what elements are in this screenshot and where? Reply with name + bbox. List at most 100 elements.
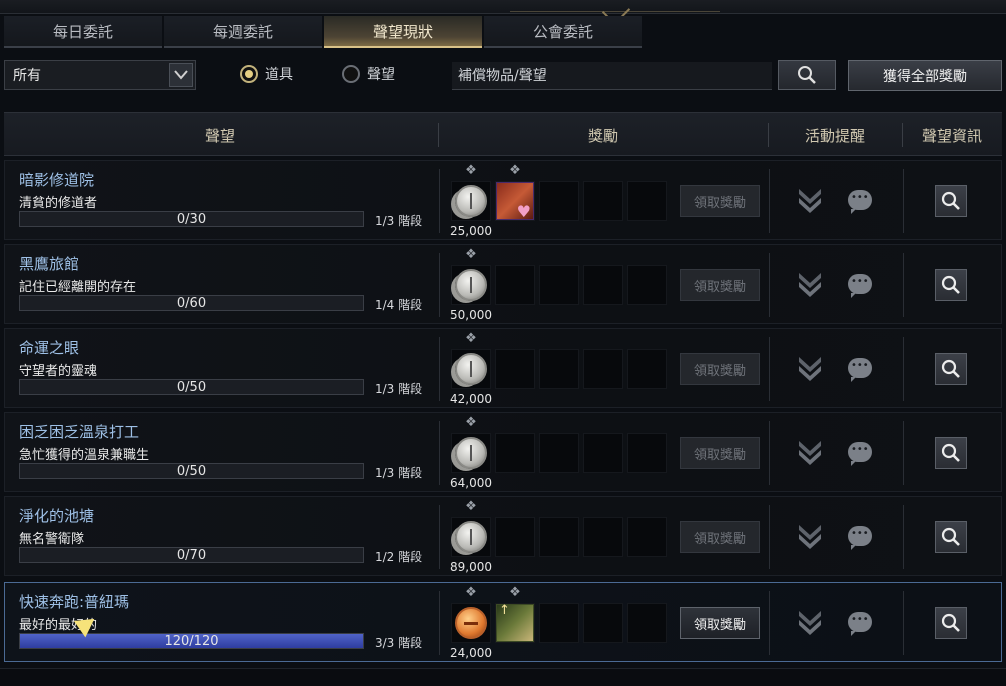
reputation-row: 命運之眼 守望者的靈魂 0/50 1/3 階段 ❖ 42,000 領取獎勵 (4, 328, 1002, 408)
reputation-info-button[interactable] (935, 185, 967, 217)
column-divider (439, 169, 440, 233)
stage-label: 1/3 階段 (375, 214, 423, 228)
column-divider (769, 421, 770, 485)
radio-items[interactable]: 道具 (240, 64, 293, 84)
tab-reputation[interactable]: 聲望現狀 (324, 16, 482, 48)
search-input[interactable] (452, 62, 772, 90)
column-divider (769, 253, 770, 317)
tab-daily[interactable]: 每日委託 (4, 16, 162, 48)
column-divider (439, 591, 440, 655)
reward-slot (627, 349, 667, 389)
reputation-subtitle: 清貧的修道者 (19, 196, 98, 211)
reputation-row: 黑鷹旅館 記住已經離開的存在 0/60 1/4 階段 ❖ 50,000 領取獎勵 (4, 244, 1002, 324)
radio-dot[interactable] (342, 65, 360, 83)
reward-slot (539, 603, 579, 643)
progress-text: 0/60 (176, 296, 207, 311)
reward-slot (627, 603, 667, 643)
reward-slot (583, 265, 623, 305)
double-chevron-down-icon[interactable] (795, 185, 825, 217)
reputation-info-button[interactable] (935, 521, 967, 553)
silver-coin-icon[interactable] (451, 517, 491, 557)
magnifier-icon (941, 359, 960, 378)
silver-coin-icon[interactable] (451, 265, 491, 305)
reputation-name: 暗影修道院 (19, 171, 95, 189)
progress-text: 0/50 (176, 464, 207, 479)
stage-label: 1/3 階段 (375, 466, 423, 480)
search-button[interactable] (778, 60, 836, 90)
reputation-row: 淨化的池塘 無名警衛隊 0/70 1/2 階段 ❖ 89,000 領取獎勵 (4, 496, 1002, 576)
stage-label: 1/2 階段 (375, 550, 423, 564)
radio-reputation[interactable]: 聲望 (342, 64, 395, 84)
reward-slot (583, 517, 623, 557)
diamond-marker-icon: ❖ (465, 163, 477, 178)
reward-slot (627, 517, 667, 557)
window-bottom-bar (0, 668, 1006, 686)
diamond-marker-icon: ❖ (509, 585, 521, 600)
diamond-marker-icon: ❖ (465, 585, 477, 600)
progress-text: 0/70 (176, 548, 207, 563)
reward-quantity: 24,000 (450, 646, 492, 660)
reputation-info-button[interactable] (935, 353, 967, 385)
reward-slot (495, 517, 535, 557)
col-info: 聲望資訊 (921, 126, 982, 145)
reputation-name: 快速奔跑:普紐瑪 (19, 593, 130, 611)
gold-coin-icon[interactable] (451, 603, 491, 643)
chat-bubble-icon[interactable] (848, 612, 872, 636)
stage-label: 1/3 階段 (375, 382, 423, 396)
reputation-info-button[interactable] (935, 607, 967, 639)
double-chevron-down-icon[interactable] (795, 437, 825, 469)
reward-slot (583, 349, 623, 389)
claim-reward-button[interactable]: 領取獎勵 (680, 521, 760, 553)
double-chevron-down-icon[interactable] (795, 353, 825, 385)
reward-quantity: 42,000 (450, 392, 492, 406)
radio-dot[interactable] (240, 65, 258, 83)
chat-bubble-icon[interactable] (848, 274, 872, 298)
diamond-marker-icon: ❖ (465, 499, 477, 514)
silver-coin-icon[interactable] (451, 181, 491, 221)
heart-chest-icon[interactable] (495, 181, 535, 221)
progress-text: 120/120 (164, 634, 219, 649)
scroll-item-icon[interactable] (495, 603, 535, 643)
stage-label: 1/4 階段 (375, 298, 423, 312)
progress-text: 0/50 (176, 380, 207, 395)
reward-quantity: 89,000 (450, 560, 492, 574)
double-chevron-down-icon[interactable] (795, 521, 825, 553)
search-icon (798, 66, 816, 84)
column-divider (903, 169, 904, 233)
column-divider (903, 505, 904, 569)
reward-slot (627, 433, 667, 473)
column-divider (439, 421, 440, 485)
window-top-bar (0, 0, 1006, 14)
tab-weekly[interactable]: 每週委託 (164, 16, 322, 48)
col-rewards: 獎勵 (587, 126, 618, 145)
chevron-down-icon[interactable] (169, 63, 193, 87)
chat-bubble-icon[interactable] (848, 526, 872, 550)
column-divider (769, 591, 770, 655)
chat-bubble-icon[interactable] (848, 190, 872, 214)
diamond-marker-icon: ❖ (465, 331, 477, 346)
reputation-name: 困乏困乏溫泉打工 (19, 423, 140, 441)
claim-all-button[interactable]: 獲得全部獎勵 (848, 60, 1002, 91)
double-chevron-down-icon[interactable] (795, 269, 825, 301)
tab-guild[interactable]: 公會委託 (484, 16, 642, 48)
claim-reward-button[interactable]: 領取獎勵 (680, 437, 760, 469)
claim-reward-button[interactable]: 領取獎勵 (680, 607, 760, 639)
claim-reward-button[interactable]: 領取獎勵 (680, 185, 760, 217)
reputation-info-button[interactable] (935, 269, 967, 301)
reputation-info-button[interactable] (935, 437, 967, 469)
column-divider (903, 253, 904, 317)
reputation-subtitle: 記住已經離開的存在 (19, 280, 137, 295)
silver-coin-icon[interactable] (451, 349, 491, 389)
claim-reward-button[interactable]: 領取獎勵 (680, 353, 760, 385)
reward-slot (627, 181, 667, 221)
table-header: 聲望 獎勵 活動提醒 聲望資訊 (4, 112, 1002, 156)
chat-bubble-icon[interactable] (848, 442, 872, 466)
claim-reward-button[interactable]: 領取獎勵 (680, 269, 760, 301)
silver-coin-icon[interactable] (451, 433, 491, 473)
chat-bubble-icon[interactable] (848, 358, 872, 382)
reward-slot (539, 265, 579, 305)
filter-dropdown[interactable]: 所有 (4, 60, 196, 90)
progress-bar: 0/70 (19, 547, 364, 563)
reward-slot (539, 349, 579, 389)
double-chevron-down-icon[interactable] (795, 607, 825, 639)
